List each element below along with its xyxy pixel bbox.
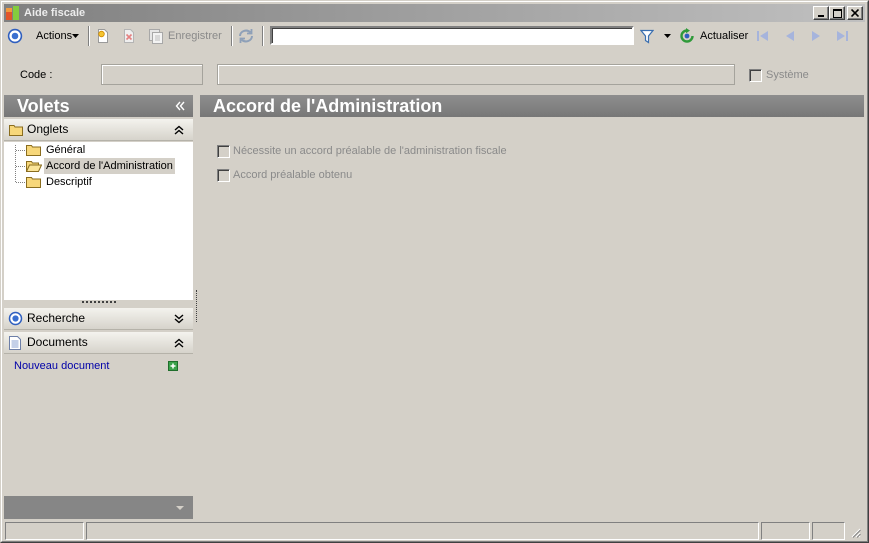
next-record-button[interactable] <box>806 26 826 46</box>
section-header-onglets[interactable]: Onglets <box>4 119 193 141</box>
last-record-icon <box>835 29 849 43</box>
section-label-onglets: Onglets <box>27 122 69 136</box>
page-title: Accord de l'Administration <box>200 95 864 117</box>
chevron-down-icon <box>664 34 671 38</box>
tree-item-label: Descriptif <box>46 176 92 188</box>
actions-label: Actions <box>36 30 73 42</box>
delete-icon <box>122 28 136 44</box>
document-icon <box>9 336 21 350</box>
toolbar-separator <box>88 26 90 46</box>
tree-item-general[interactable]: Général <box>4 142 193 158</box>
collapse-sidebar-icon[interactable] <box>175 101 185 111</box>
sidebar-title: Volets <box>17 96 70 116</box>
prior-agreement-obtained-label: Accord préalable obtenu <box>233 169 353 181</box>
resize-grip-icon[interactable] <box>849 526 861 538</box>
sync-button[interactable] <box>235 26 257 46</box>
system-label: Système <box>766 69 809 81</box>
filter-button[interactable] <box>637 26 657 46</box>
status-panel <box>761 522 810 540</box>
prior-agreement-obtained-checkbox[interactable] <box>217 169 230 182</box>
new-button[interactable] <box>93 26 113 46</box>
section-label-documents: Documents <box>27 335 88 349</box>
next-record-icon <box>809 29 823 43</box>
new-document-link[interactable]: Nouveau document <box>14 359 109 373</box>
tree-item-accord-administration[interactable]: Accord de l'Administration <box>4 158 193 174</box>
previous-record-icon <box>783 29 797 43</box>
sidebar-footer[interactable] <box>4 496 193 519</box>
first-record-icon <box>756 29 770 43</box>
delete-button[interactable] <box>119 26 139 46</box>
description-field[interactable] <box>217 64 735 85</box>
chevron-double-up-icon[interactable] <box>174 338 184 348</box>
status-panel <box>86 522 759 540</box>
prior-agreement-required-checkbox[interactable] <box>217 145 230 158</box>
onglets-tree: Général Accord de l'Administration Descr… <box>4 142 193 300</box>
filter-dropdown-button[interactable] <box>661 26 675 46</box>
title-bar[interactable]: Aide fiscale <box>4 4 865 22</box>
tree-branch <box>16 182 25 183</box>
window-title: Aide fiscale <box>24 7 86 19</box>
folder-icon <box>26 144 41 156</box>
sidebar-header: Volets <box>4 95 193 117</box>
close-icon <box>851 9 859 17</box>
save-button[interactable]: Enregistrer <box>145 26 225 46</box>
refresh-icon <box>679 28 695 44</box>
folder-icon <box>26 176 41 188</box>
new-document-icon <box>96 28 110 44</box>
maximize-icon <box>832 8 842 18</box>
tree-branch <box>16 166 25 167</box>
vertical-splitter-handle[interactable] <box>196 290 197 322</box>
first-record-button[interactable] <box>753 26 773 46</box>
status-panel <box>5 522 84 540</box>
sync-icon <box>237 28 255 44</box>
section-header-documents[interactable]: Documents <box>4 332 193 354</box>
system-checkbox[interactable] <box>749 69 762 82</box>
section-header-recherche[interactable]: Recherche <box>4 308 193 330</box>
chevron-double-down-icon[interactable] <box>174 314 184 324</box>
section-label-recherche: Recherche <box>27 311 86 325</box>
search-input[interactable] <box>270 26 634 45</box>
close-button[interactable] <box>847 6 863 20</box>
previous-record-button[interactable] <box>780 26 800 46</box>
tree-item-label: Général <box>46 144 86 156</box>
filter-icon <box>640 28 654 44</box>
chevron-down-icon <box>72 34 79 38</box>
refresh-button[interactable]: Actualiser <box>676 26 750 46</box>
code-field[interactable] <box>101 64 203 85</box>
minimize-button[interactable] <box>813 6 829 20</box>
save-label: Enregistrer <box>168 30 222 42</box>
save-icon <box>148 28 164 44</box>
search-panel-icon <box>8 311 23 326</box>
chevron-down-icon <box>176 506 184 510</box>
tree-branch <box>16 150 25 151</box>
folder-open-icon <box>26 160 42 172</box>
folder-icon <box>9 124 23 136</box>
minimize-icon <box>818 15 824 17</box>
add-document-icon[interactable] <box>168 361 178 371</box>
status-panel <box>812 522 845 540</box>
toolbar-separator <box>231 26 233 46</box>
maximize-button[interactable] <box>829 6 845 20</box>
refresh-label: Actualiser <box>700 30 749 42</box>
prior-agreement-required-label: Nécessite un accord préalable de l'admin… <box>233 145 507 157</box>
last-record-button[interactable] <box>832 26 852 46</box>
toolbar-separator <box>262 26 264 46</box>
horizontal-splitter-handle[interactable] <box>82 301 116 303</box>
code-label: Code : <box>20 69 53 81</box>
app-icon <box>5 5 21 21</box>
actions-icon <box>7 28 23 44</box>
actions-button[interactable]: Actions <box>5 26 85 46</box>
tree-item-label: Accord de l'Administration <box>44 158 175 174</box>
tree-item-descriptif[interactable]: Descriptif <box>4 174 193 190</box>
chevron-double-up-icon[interactable] <box>174 125 184 135</box>
